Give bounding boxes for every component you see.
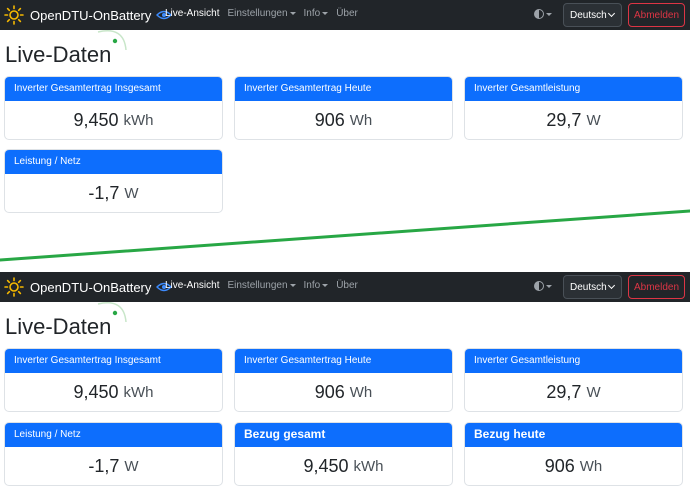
card-total-power: Inverter Gesamtleistung 29,7 W: [464, 348, 683, 412]
nav-settings[interactable]: Einstellungen: [227, 280, 296, 291]
card-value: -1,7: [88, 455, 120, 476]
annotation-arc: [97, 30, 127, 51]
card-total-yield: Inverter Gesamtertrag Insgesamt 9,450 kWh: [4, 348, 223, 412]
logout-button[interactable]: Abmelden: [628, 275, 685, 299]
language-value: Deutsch: [570, 9, 607, 21]
theme-toggle[interactable]: [534, 281, 552, 291]
card-value: 9,450: [73, 109, 119, 130]
card-value: 9,450: [303, 455, 349, 476]
card-value: 906: [314, 381, 345, 402]
nav-info-label: Info: [303, 280, 321, 291]
card-grid-power: Leistung / Netz -1,7 W: [4, 422, 223, 486]
card-value: 29,7: [546, 381, 582, 402]
brand[interactable]: OpenDTU-OnBattery: [4, 5, 173, 25]
brand-name: OpenDTU-OnBattery: [30, 279, 152, 295]
card-unit: kWh: [123, 111, 154, 129]
main-nav: Live-Ansicht Einstellungen Info Über: [165, 280, 358, 291]
card-today-yield: Inverter Gesamtertrag Heute 906 Wh: [234, 348, 453, 412]
card-header: Inverter Gesamtleistung: [465, 349, 682, 373]
chevron-down-icon: [607, 281, 616, 290]
theme-toggle-icon: [534, 281, 544, 291]
chevron-down-icon: [546, 284, 552, 288]
card-grid-power: Leistung / Netz -1,7 W: [4, 149, 223, 213]
nav-about[interactable]: Über: [336, 280, 358, 291]
card-unit: W: [124, 457, 139, 475]
card-unit: Wh: [349, 111, 373, 129]
card-unit: W: [586, 383, 601, 401]
sun-icon: [4, 5, 24, 25]
card-value: -1,7: [88, 182, 120, 203]
card-header: Inverter Gesamtleistung: [465, 77, 682, 101]
card-header: Bezug heute: [465, 423, 682, 447]
chevron-down-icon: [289, 11, 296, 15]
card-today-yield: Inverter Gesamtertrag Heute 906 Wh: [234, 76, 453, 140]
card-header: Inverter Gesamtertrag Insgesamt: [5, 349, 222, 373]
nav-info-label: Info: [303, 8, 321, 19]
chevron-down-icon: [322, 11, 329, 15]
language-value: Deutsch: [570, 281, 607, 293]
annotation-arc: [97, 302, 127, 323]
navbar: OpenDTU-OnBattery Live-Ansicht Einstellu…: [0, 0, 690, 30]
card-value: 29,7: [546, 109, 582, 130]
card-value: 906: [314, 109, 345, 130]
nav-about[interactable]: Über: [336, 8, 358, 19]
navbar: OpenDTU-OnBattery Live-Ansicht Einstellu…: [0, 272, 690, 302]
nav-settings-label: Einstellungen: [227, 280, 288, 291]
card-import-today: Bezug heute 906 Wh: [464, 422, 683, 486]
language-select[interactable]: Deutsch: [563, 3, 622, 27]
card-header: Inverter Gesamtertrag Heute: [235, 349, 452, 373]
card-import-total: Bezug gesamt 9,450 kWh: [234, 422, 453, 486]
nav-live-view[interactable]: Live-Ansicht: [165, 8, 219, 19]
chevron-down-icon: [546, 12, 552, 16]
language-select[interactable]: Deutsch: [563, 275, 622, 299]
card-unit: W: [124, 184, 139, 202]
nav-settings-label: Einstellungen: [227, 8, 288, 19]
nav-settings[interactable]: Einstellungen: [227, 8, 296, 19]
card-value: 906: [544, 455, 575, 476]
screenshot-after: OpenDTU-OnBattery Live-Ansicht Einstellu…: [0, 272, 690, 496]
card-value: 9,450: [73, 381, 119, 402]
card-unit: Wh: [349, 383, 373, 401]
nav-info[interactable]: Info: [304, 8, 329, 19]
theme-toggle-icon: [534, 9, 544, 19]
card-unit: kWh: [123, 383, 154, 401]
card-header: Leistung / Netz: [5, 423, 222, 447]
chevron-down-icon: [289, 283, 296, 287]
card-unit: kWh: [353, 457, 384, 475]
sun-icon: [4, 277, 24, 297]
card-header: Leistung / Netz: [5, 150, 222, 174]
main-nav: Live-Ansicht Einstellungen Info Über: [165, 8, 358, 19]
card-total-power: Inverter Gesamtleistung 29,7 W: [464, 76, 683, 140]
brand[interactable]: OpenDTU-OnBattery: [4, 277, 173, 297]
card-unit: Wh: [579, 457, 603, 475]
card-unit: W: [586, 111, 601, 129]
screenshot-before: OpenDTU-OnBattery Live-Ansicht Einstellu…: [0, 0, 690, 236]
card-total-yield: Inverter Gesamtertrag Insgesamt 9,450 kWh: [4, 76, 223, 140]
chevron-down-icon: [322, 283, 329, 287]
card-header: Inverter Gesamtertrag Heute: [235, 77, 452, 101]
brand-name: OpenDTU-OnBattery: [30, 7, 152, 23]
logout-button[interactable]: Abmelden: [628, 3, 685, 27]
nav-live-view[interactable]: Live-Ansicht: [165, 280, 219, 291]
theme-toggle[interactable]: [534, 9, 552, 19]
card-header: Bezug gesamt: [235, 423, 452, 447]
card-header: Inverter Gesamtertrag Insgesamt: [5, 77, 222, 101]
chevron-down-icon: [607, 9, 616, 18]
nav-info[interactable]: Info: [304, 280, 329, 291]
